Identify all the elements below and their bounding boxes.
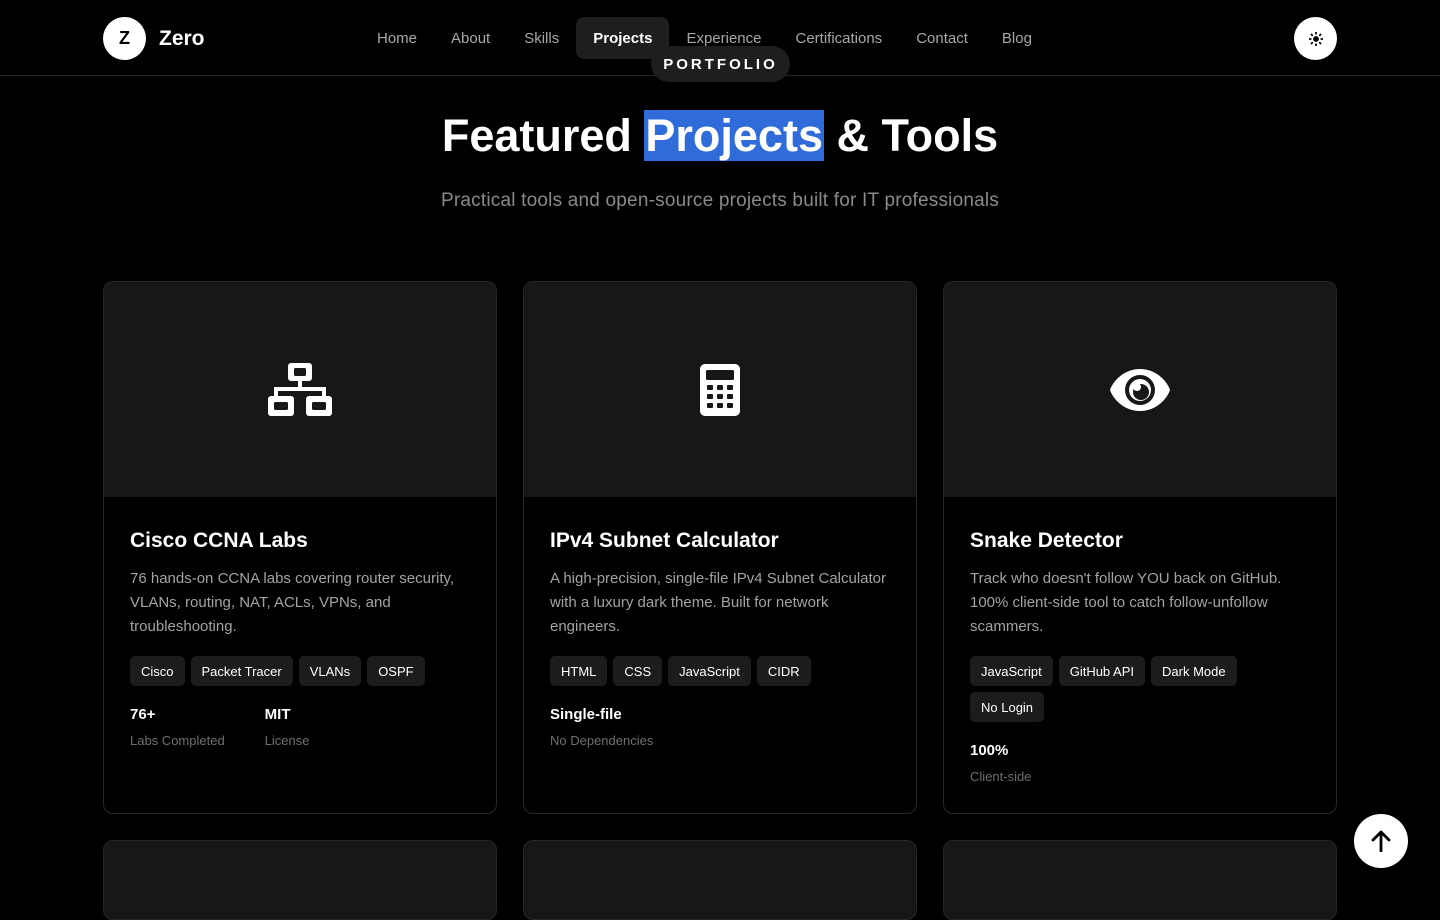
network-icon — [268, 362, 332, 416]
project-card-partial[interactable] — [523, 840, 917, 920]
project-stats: 100% Client-side — [970, 741, 1310, 784]
stat: 100% Client-side — [970, 741, 1050, 784]
project-card-partial[interactable] — [103, 840, 497, 920]
stat: 76+ Labs Completed — [130, 705, 225, 748]
project-tags: HTML CSS JavaScript CIDR — [550, 656, 890, 686]
stat-label: Client-side — [970, 769, 1032, 784]
project-tags: JavaScript GitHub API Dark Mode No Login — [970, 656, 1310, 722]
stat-value: Single-file — [550, 706, 622, 723]
nav-item-about[interactable]: About — [434, 17, 507, 59]
scroll-to-top-button[interactable] — [1354, 814, 1408, 868]
tag: OSPF — [367, 656, 425, 686]
stat-label: No Dependencies — [550, 733, 654, 748]
tag: CIDR — [756, 656, 811, 686]
stat-label: Labs Completed — [130, 733, 225, 748]
project-title: Snake Detector — [970, 529, 1123, 552]
project-description: Track who doesn't follow YOU back on Git… — [970, 570, 1282, 635]
stat-label: License — [264, 733, 310, 748]
project-card-partial[interactable] — [943, 840, 1337, 920]
title-before: Featured — [441, 110, 645, 161]
calculator-icon — [700, 363, 740, 416]
tag: VLANs — [298, 656, 362, 686]
project-stats: Single-file No Dependencies — [550, 705, 890, 748]
project-tags: Cisco Packet Tracer VLANs OSPF — [130, 656, 470, 686]
project-description: 76 hands-on CCNA labs covering router se… — [130, 570, 455, 635]
theme-toggle-button[interactable] — [1294, 17, 1337, 60]
tag: JavaScript — [970, 656, 1053, 686]
nav-item-certifications[interactable]: Certifications — [778, 17, 899, 59]
tag: No Login — [970, 692, 1045, 722]
stat: MIT License — [265, 705, 345, 748]
tag: Packet Tracer — [190, 656, 293, 686]
project-title: IPv4 Subnet Calculator — [550, 529, 779, 552]
stat: Single-file No Dependencies — [550, 705, 653, 748]
section-title: Featured Projects & Tools — [0, 108, 1440, 163]
stat-value: 100% — [970, 742, 1009, 759]
project-card[interactable]: Cisco CCNA Labs 76 hands-on CCNA labs co… — [103, 281, 497, 814]
brand-initial: Z — [103, 17, 146, 60]
tag: CSS — [613, 656, 663, 686]
project-stats: 76+ Labs Completed MIT License — [130, 705, 470, 748]
project-card-media — [104, 282, 496, 497]
brand-logo[interactable]: Z Zero — [103, 17, 205, 60]
nav-item-contact[interactable]: Contact — [899, 17, 985, 59]
stat-value: 76+ — [130, 706, 156, 723]
tag: GitHub API — [1058, 656, 1146, 686]
project-card-media — [944, 282, 1336, 497]
project-description: A high-precision, single-file IPv4 Subne… — [550, 570, 887, 635]
eye-icon — [1110, 368, 1170, 411]
tag: Cisco — [130, 656, 185, 686]
project-card[interactable]: Snake Detector Track who doesn't follow … — [943, 281, 1337, 814]
arrow-up-icon — [1371, 830, 1391, 852]
brand-name: Zero — [159, 26, 205, 50]
section-badge: PORTFOLIO — [651, 46, 790, 82]
nav-item-home[interactable]: Home — [360, 17, 434, 59]
sun-icon — [1308, 31, 1323, 46]
project-card[interactable]: IPv4 Subnet Calculator A high-precision,… — [523, 281, 917, 814]
title-highlight: Projects — [644, 110, 824, 161]
tag: Dark Mode — [1151, 656, 1237, 686]
tag: JavaScript — [668, 656, 751, 686]
section-subtitle: Practical tools and open-source projects… — [441, 190, 999, 211]
nav-item-blog[interactable]: Blog — [985, 17, 1049, 59]
stat-value: MIT — [264, 706, 291, 723]
project-card-media — [524, 282, 916, 497]
project-title: Cisco CCNA Labs — [130, 529, 308, 552]
nav-item-skills[interactable]: Skills — [507, 17, 576, 59]
tag: HTML — [550, 656, 608, 686]
title-after: & Tools — [823, 110, 999, 161]
